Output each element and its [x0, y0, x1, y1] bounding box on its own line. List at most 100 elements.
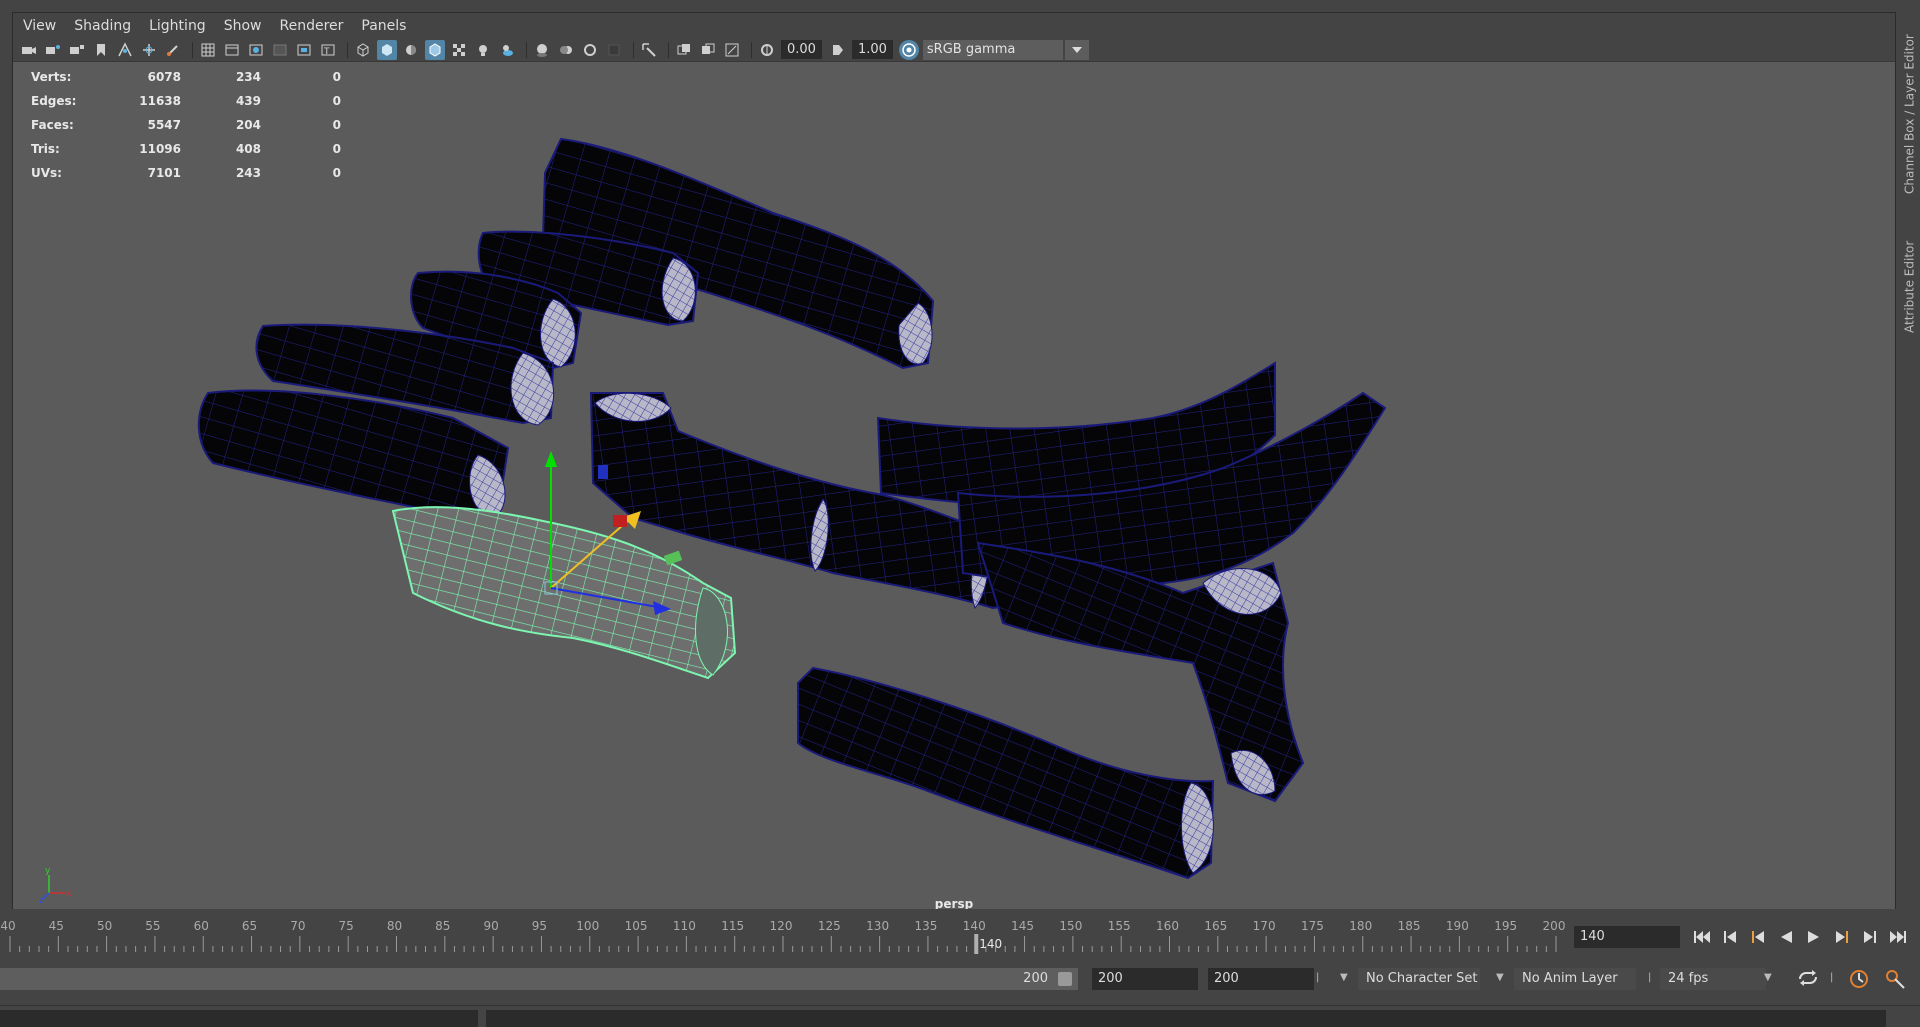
menu-shading[interactable]: Shading: [74, 18, 131, 34]
range-handle[interactable]: [1058, 972, 1072, 986]
hud-row: Tris: 11096 408 0: [31, 142, 341, 156]
current-time-label: 140: [979, 937, 1002, 951]
isolate-select-icon[interactable]: [639, 40, 659, 60]
time-slider-track[interactable]: [0, 932, 1568, 954]
step-back-key-icon[interactable]: [1744, 924, 1772, 950]
manipulator-y-arrow[interactable]: [545, 451, 557, 467]
camera-select-icon[interactable]: [19, 40, 39, 60]
3d-viewport[interactable]: Verts: 6078 234 0 Edges: 11638 439 0 Faces: 554…: [13, 63, 1895, 909]
color-management-icon[interactable]: [898, 39, 919, 60]
step-forward-key-icon[interactable]: [1828, 924, 1856, 950]
animation-end-field[interactable]: 200: [1208, 968, 1314, 990]
safe-action-icon[interactable]: T: [318, 40, 338, 60]
motion-blur-icon[interactable]: [556, 40, 576, 60]
gate-mask-icon[interactable]: [270, 40, 290, 60]
smooth-shade-icon[interactable]: [377, 39, 397, 60]
manipulator-plane-xz[interactable]: [663, 550, 683, 566]
go-to-end-icon[interactable]: [1884, 924, 1912, 950]
loop-icon[interactable]: [1796, 969, 1820, 991]
depth-of-field-icon[interactable]: [604, 40, 624, 60]
xray-joints-icon[interactable]: [722, 40, 742, 60]
range-slider-bar: 200 200 200 | ▼ No Character Set ▼ No An…: [0, 966, 1920, 994]
camera-attributes-icon[interactable]: [43, 40, 63, 60]
2d-pan-zoom-icon[interactable]: [139, 40, 159, 60]
color-space-dropdown[interactable]: sRGB gamma: [922, 39, 1089, 60]
textured-icon[interactable]: [449, 40, 469, 60]
play-backwards-icon[interactable]: [1772, 924, 1800, 950]
gamma-icon[interactable]: [828, 40, 848, 60]
xray-icon[interactable]: [674, 40, 694, 60]
exposure-field[interactable]: 0.00: [781, 40, 822, 59]
anim-preferences-icon[interactable]: [1884, 968, 1906, 994]
poly-count-hud: Verts: 6078 234 0 Edges: 11638 439 0 Faces: 554…: [31, 65, 341, 185]
step-back-frame-icon[interactable]: [1716, 924, 1744, 950]
anti-aliasing-icon[interactable]: [580, 40, 600, 60]
separator-icon: |: [1648, 972, 1652, 983]
grid-icon[interactable]: [198, 40, 218, 60]
time-tick-label: 95: [532, 919, 547, 933]
current-frame-field[interactable]: 140: [1574, 926, 1680, 948]
manipulator-plane-xy[interactable]: [613, 515, 627, 527]
time-tick-label: 90: [483, 919, 498, 933]
wireframe-on-shaded-icon[interactable]: [425, 39, 445, 60]
fps-dropdown[interactable]: 24 fps: [1660, 968, 1766, 990]
chevron-down-icon[interactable]: [1064, 39, 1089, 60]
tab-channel-box[interactable]: Channel Box / Layer Editor: [1899, 24, 1920, 204]
time-tick-label: 190: [1446, 919, 1469, 933]
exposure-icon[interactable]: [757, 40, 777, 60]
bookmark-camera-icon[interactable]: [67, 40, 87, 60]
film-gate-icon[interactable]: [222, 40, 242, 60]
manipulator-plane-yz[interactable]: [598, 465, 608, 479]
toolbar-separator: [526, 41, 527, 58]
screen-space-ao-icon[interactable]: [532, 40, 552, 60]
use-all-lights-icon[interactable]: [473, 40, 493, 60]
chevron-down-icon[interactable]: ▼: [1496, 972, 1504, 983]
time-tick-label: 200: [1543, 919, 1566, 933]
playback-controls: [1688, 924, 1912, 950]
resolution-gate-icon[interactable]: [246, 40, 266, 60]
gamma-field[interactable]: 1.00: [851, 40, 893, 59]
play-forwards-icon[interactable]: [1800, 924, 1828, 950]
toolbar-separator: [668, 41, 669, 58]
svg-text:T: T: [323, 47, 330, 57]
toolbar-separator: [347, 41, 348, 58]
wireframe-icon[interactable]: [353, 40, 373, 60]
go-to-start-icon[interactable]: [1688, 924, 1716, 950]
time-slider[interactable]: 40 45 50 55 60 65 70 75 80 85 90 95 100 105 110 115 120 1…: [0, 916, 1568, 956]
menu-lighting[interactable]: Lighting: [149, 18, 206, 34]
xray-active-components-icon[interactable]: [698, 40, 718, 60]
menu-panels[interactable]: Panels: [361, 18, 406, 34]
color-space-label: sRGB gamma: [926, 41, 1016, 57]
range-slider[interactable]: 200: [0, 968, 1078, 990]
bookmark-icon[interactable]: [91, 40, 111, 60]
field-chart-icon[interactable]: [294, 40, 314, 60]
playback-end-field[interactable]: 200: [1092, 968, 1198, 990]
anim-layer-dropdown[interactable]: No Anim Layer: [1514, 968, 1636, 990]
time-tick-label: 115: [721, 919, 744, 933]
hud-row: Verts: 6078 234 0: [31, 70, 341, 84]
time-tick-label: 45: [49, 919, 64, 933]
panel-menubar: View Shading Lighting Show Renderer Pane…: [13, 13, 1895, 38]
step-forward-frame-icon[interactable]: [1856, 924, 1884, 950]
character-set-dropdown[interactable]: No Character Set: [1358, 968, 1480, 990]
command-input[interactable]: [0, 1010, 478, 1027]
chevron-down-icon[interactable]: ▼: [1764, 972, 1772, 983]
menu-renderer[interactable]: Renderer: [279, 18, 343, 34]
tab-attribute-editor[interactable]: Attribute Editor: [1899, 222, 1920, 352]
shadows-icon[interactable]: [497, 40, 517, 60]
mesh-finger-bottom[interactable]: [797, 666, 1215, 880]
grease-pencil-icon[interactable]: [163, 40, 183, 60]
time-tick-label: 160: [1156, 919, 1179, 933]
image-plane-icon[interactable]: [115, 40, 135, 60]
menu-show[interactable]: Show: [224, 18, 262, 34]
current-time-marker[interactable]: [974, 934, 979, 954]
time-tick-label: 70: [290, 919, 305, 933]
chevron-down-icon[interactable]: ▼: [1340, 972, 1348, 983]
default-material-icon[interactable]: [401, 40, 421, 60]
auto-key-icon[interactable]: [1848, 968, 1870, 994]
time-slider-ticks[interactable]: 40 45 50 55 60 65 70 75 80 85 90 95 100 105 110 115 120 1…: [0, 916, 1568, 956]
time-tick-label: 155: [1108, 919, 1131, 933]
menu-view[interactable]: View: [23, 18, 56, 34]
time-tick-label: 75: [339, 919, 354, 933]
scene-geometry[interactable]: [13, 63, 1895, 909]
